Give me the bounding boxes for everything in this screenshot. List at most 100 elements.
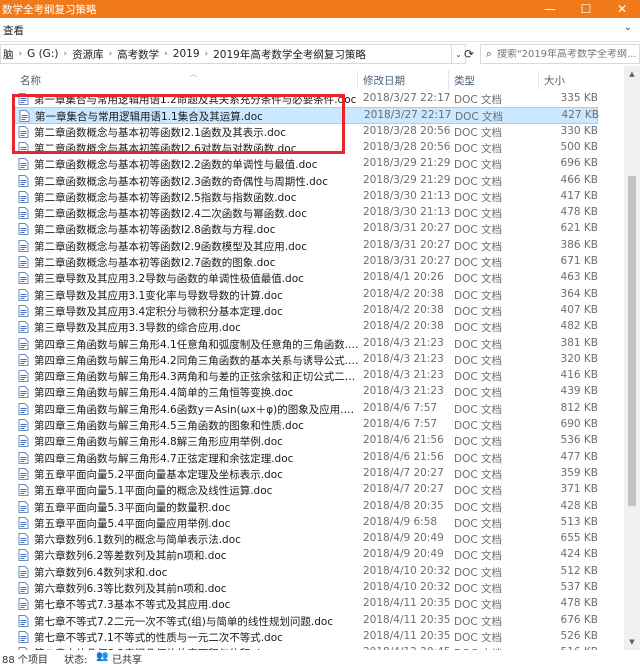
file-date: 2018/3/29 21:29 <box>363 157 451 170</box>
maximize-button[interactable]: ☐ <box>568 0 604 18</box>
file-size: 407 KB <box>560 303 598 316</box>
file-size: 690 KB <box>560 418 598 430</box>
file-size: 482 KB <box>560 320 598 333</box>
file-row[interactable]: 第六章数列6.1数列的概念与简单表示法.doc 2018/4/9 20:49 DOC… <box>14 531 598 547</box>
file-row[interactable]: 第二章函数概念与基本初等函数Ⅰ2.7函数的图象.doc 2018/3/31 20:… <box>14 254 598 270</box>
vertical-scrollbar[interactable]: ▲ ▼ <box>624 66 640 650</box>
column-divider[interactable] <box>538 70 539 90</box>
breadcrumb-separator-icon[interactable]: › <box>60 49 70 59</box>
file-size: 330 KB <box>560 124 598 137</box>
file-row[interactable]: 第六章数列6.4数列求和.doc 2018/4/10 20:32 DOC 文档 512… <box>14 564 598 580</box>
doc-file-icon <box>18 435 29 448</box>
breadcrumb-item[interactable]: 脑 <box>1 47 16 62</box>
file-size: 364 KB <box>560 287 598 300</box>
file-row[interactable]: 第四章三角函数与解三角形4.6函数y＝Asin(ωx＋φ)的图象及应用.doc 2… <box>14 401 598 417</box>
file-row[interactable]: 第二章函数概念与基本初等函数Ⅰ2.2函数的单调性与最值.doc 2018/3/29… <box>14 156 598 172</box>
breadcrumb[interactable]: 脑 › G (G:) › 资源库 › 高考数学 › 2019 › 2019年高考数学全考纲复习策略 <box>0 44 452 64</box>
column-divider[interactable] <box>448 70 449 90</box>
scroll-down-icon[interactable]: ▼ <box>624 634 640 650</box>
breadcrumb-separator-icon[interactable]: › <box>161 49 171 59</box>
file-name: 第二章函数概念与基本初等函数Ⅰ2.5指数与指数函数.doc <box>34 191 297 204</box>
refresh-icon: ⟳ <box>463 47 475 61</box>
search-icon: ⌕ <box>485 47 493 60</box>
breadcrumb-separator-icon[interactable]: › <box>202 49 212 59</box>
file-row[interactable]: 第三章导数及其应用3.1变化率与导数导数的计算.doc 2018/4/2 20:3… <box>14 287 598 303</box>
breadcrumb-item[interactable]: 高考数学 <box>115 47 161 62</box>
search-box[interactable]: ⌕ <box>480 44 640 64</box>
file-size: 320 KB <box>560 352 598 365</box>
column-divider[interactable] <box>357 70 358 90</box>
file-row[interactable]: 第七章不等式7.3基本不等式及其应用.doc 2018/4/11 20:35 DOC… <box>14 596 598 612</box>
file-date: 2018/3/28 20:56 <box>363 140 451 153</box>
file-name: 第二章函数概念与基本初等函数Ⅰ2.2函数的单调性与最值.doc <box>34 159 318 172</box>
file-date: 2018/3/31 20:27 <box>363 255 451 267</box>
maximize-icon: ☐ <box>580 2 592 16</box>
file-name: 第七章不等式7.1不等式的性质与一元二次不等式.doc <box>34 631 283 644</box>
file-size: 386 KB <box>560 238 598 251</box>
breadcrumb-item[interactable]: 资源库 <box>70 47 106 62</box>
file-size: 696 KB <box>560 157 598 170</box>
file-row[interactable]: 第七章不等式7.1不等式的性质与一元二次不等式.doc 2018/4/11 20:… <box>14 629 598 645</box>
file-row[interactable]: 第七章不等式7.2二元一次不等式(组)与简单的线性规划问题.doc 2018/4/… <box>14 613 598 629</box>
file-row[interactable]: 第二章函数概念与基本初等函数Ⅰ2.8函数与方程.doc 2018/3/31 20:… <box>14 221 598 237</box>
item-count: 88 个项目 <box>2 655 48 664</box>
breadcrumb-item[interactable]: 2019 <box>171 48 202 60</box>
column-date[interactable]: 修改日期 <box>363 73 405 88</box>
file-row[interactable]: 第二章函数概念与基本初等函数Ⅰ2.5指数与指数函数.doc 2018/3/30 2… <box>14 189 598 205</box>
file-name: 第四章三角函数与解三角形4.5三角函数的图象和性质.doc <box>34 420 304 432</box>
file-date: 2018/4/8 20:35 <box>363 499 444 512</box>
file-row[interactable]: 第五章平面向量5.3平面向量的数量积.doc 2018/4/8 20:35 DOC … <box>14 499 598 515</box>
file-row[interactable]: 第四章三角函数与解三角形4.1任意角和弧度制及任意角的三角函数.doc 2018/… <box>14 336 598 352</box>
file-row[interactable]: 第四章三角函数与解三角形4.7正弦定理和余弦定理.doc 2018/4/6 21:… <box>14 450 598 466</box>
breadcrumb-item[interactable]: 2019年高考数学全考纲复习策略 <box>211 47 368 62</box>
file-row[interactable]: 第三章导数及其应用3.4定积分与微积分基本定理.doc 2018/4/2 20:3… <box>14 303 598 319</box>
file-date: 2018/4/9 20:49 <box>363 548 444 561</box>
tab-view[interactable]: 查看 <box>3 23 24 38</box>
column-name[interactable]: 名称 <box>20 73 41 88</box>
file-row[interactable]: 第二章函数概念与基本初等函数Ⅰ2.9函数模型及其应用.doc 2018/3/31 … <box>14 238 598 254</box>
breadcrumb-separator-icon[interactable]: › <box>16 49 26 59</box>
close-button[interactable]: ✕ <box>604 0 640 18</box>
file-size: 536 KB <box>560 434 598 447</box>
file-row[interactable]: 第五章平面向量5.1平面向量的概念及线性运算.doc 2018/4/7 20:27… <box>14 482 598 498</box>
file-row[interactable]: 第四章三角函数与解三角形4.3两角和与差的正弦余弦和正切公式二倍角公式...20… <box>14 368 598 384</box>
doc-file-icon <box>18 484 29 497</box>
doc-file-icon <box>18 598 29 611</box>
file-row[interactable]: 第二章函数概念与基本初等函数Ⅰ2.4二次函数与幂函数.doc 2018/3/30 … <box>14 205 598 221</box>
file-size: 513 KB <box>560 515 598 528</box>
file-row[interactable]: 第二章函数概念与基本初等函数Ⅰ2.3函数的奇偶性与周期性.doc 2018/3/2… <box>14 173 598 189</box>
file-row[interactable]: 第三章导数及其应用3.2导数与函数的单调性极值最值.doc 2018/4/1 20… <box>14 270 598 286</box>
breadcrumb-item[interactable]: G (G:) <box>25 48 60 60</box>
file-row[interactable]: 第五章平面向量5.4平面向量应用举例.doc 2018/4/9 6:58 DOC 文… <box>14 515 598 531</box>
expand-ribbon-icon[interactable]: ⌄ <box>624 22 632 33</box>
file-row[interactable]: 第四章三角函数与解三角形4.4简单的三角恒等变换.doc 2018/4/3 21:… <box>14 384 598 400</box>
minimize-button[interactable]: — <box>532 0 568 18</box>
breadcrumb-separator-icon[interactable]: › <box>106 49 116 59</box>
search-input[interactable] <box>497 48 637 60</box>
file-size: 428 KB <box>560 499 598 512</box>
file-row[interactable]: 第四章三角函数与解三角形4.8解三角形应用举例.doc 2018/4/6 21:5… <box>14 433 598 449</box>
file-row[interactable]: 第四章三角函数与解三角形4.5三角函数的图象和性质.doc 2018/4/6 7:… <box>14 417 598 433</box>
file-size: 371 KB <box>560 483 598 496</box>
refresh-button[interactable]: ⟳ <box>460 44 478 64</box>
scrollbar-thumb[interactable] <box>628 176 636 506</box>
column-type[interactable]: 类型 <box>454 73 475 88</box>
doc-file-icon <box>18 288 29 301</box>
title-bar[interactable]: 数学全考纲复习策略 — ☐ ✕ <box>0 0 640 18</box>
file-name: 第四章三角函数与解三角形4.7正弦定理和余弦定理.doc <box>34 452 294 465</box>
doc-file-icon <box>18 582 29 594</box>
address-bar: 脑 › G (G:) › 资源库 › 高考数学 › 2019 › 2019年高考数学全考纲复习策略 … <box>0 42 640 66</box>
file-row[interactable]: 第六章数列6.3等比数列及其前n项和.doc 2018/4/10 20:32 DOC… <box>14 580 598 596</box>
file-row[interactable]: 第三章导数及其应用3.3导数的综合应用.doc 2018/4/2 20:38 DOC… <box>14 319 598 335</box>
file-size: 381 KB <box>560 336 598 349</box>
column-size[interactable]: 大小 <box>544 73 565 88</box>
scroll-up-icon[interactable]: ▲ <box>624 66 640 82</box>
file-row[interactable]: 第五章平面向量5.2平面向量基本定理及坐标表示.doc 2018/4/7 20:2… <box>14 466 598 482</box>
doc-file-icon <box>18 239 29 252</box>
file-row[interactable]: 第四章三角函数与解三角形4.2同角三角函数的基本关系与诱导公式.doc 2018/… <box>14 352 598 368</box>
file-row[interactable]: 第六章数列6.2等差数列及其前n项和.doc 2018/4/9 20:49 DOC … <box>14 547 598 563</box>
file-date: 2018/3/29 21:29 <box>363 173 451 186</box>
file-date: 2018/4/1 20:26 <box>363 271 444 284</box>
doc-file-icon <box>18 174 29 187</box>
file-size: 655 KB <box>560 532 598 545</box>
